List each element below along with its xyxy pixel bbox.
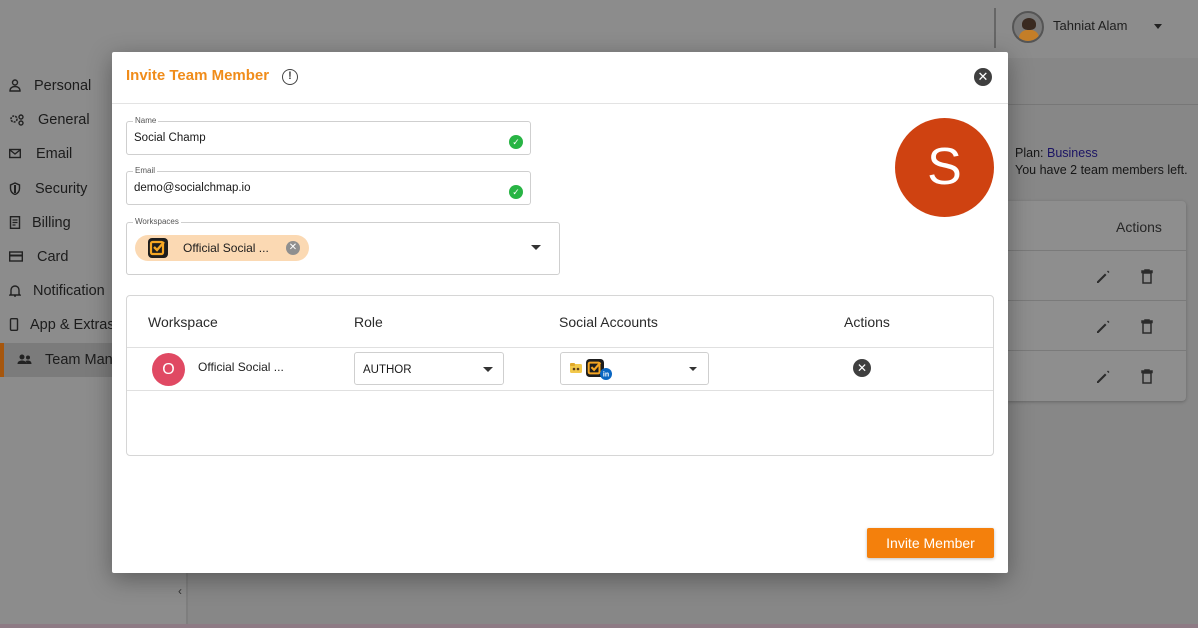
table-divider: [1008, 350, 1186, 351]
email-field-label: Email: [133, 166, 158, 175]
check-circle-icon: ✓: [509, 135, 523, 149]
edit-icon[interactable]: [1095, 269, 1111, 285]
invite-member-button[interactable]: Invite Member: [867, 528, 994, 558]
sidebar-item-label: General: [38, 112, 90, 128]
sidebar-item-label: Team Mana: [45, 352, 121, 368]
table-divider: [1008, 250, 1186, 251]
delete-icon[interactable]: [1139, 269, 1155, 285]
email-field-value[interactable]: demo@socialchmap.io: [134, 182, 251, 194]
check-circle-icon: ✓: [509, 185, 523, 199]
name-field[interactable]: Name Social Champ ✓: [126, 116, 531, 155]
email-field[interactable]: Email demo@socialchmap.io ✓: [126, 166, 531, 205]
workspace-chip-label: Official Social ...: [183, 241, 269, 255]
sidebar-item-label: App & Extras: [30, 317, 115, 333]
credit-card-icon: [9, 251, 23, 262]
user-avatar-icon[interactable]: [1012, 11, 1044, 43]
people-icon: [17, 354, 32, 364]
table-divider: [127, 347, 993, 348]
delete-icon[interactable]: [1139, 369, 1155, 385]
column-header-social-accounts: Social Accounts: [559, 314, 658, 330]
svg-text:in: in: [603, 372, 609, 379]
plan-label: Plan:: [1015, 146, 1044, 160]
remove-chip-icon[interactable]: ✕: [286, 241, 300, 255]
delete-icon[interactable]: [1139, 319, 1155, 335]
social-champ-logo-icon: [148, 238, 168, 258]
header-divider: [994, 8, 996, 48]
plan-value: Business: [1046, 146, 1098, 160]
caret-down-icon[interactable]: [1154, 24, 1162, 29]
workspace-role-table: Workspace Role Social Accounts Actions O…: [126, 295, 994, 456]
linkedin-icon: in: [600, 368, 612, 380]
sidebar-item-label: Notification: [33, 283, 105, 299]
name-field-label: Name: [133, 116, 159, 125]
team-table-actions-header: Actions: [1116, 219, 1162, 235]
settings-icon: [10, 114, 24, 126]
dropdown-arrow-icon[interactable]: [483, 367, 493, 372]
bell-icon: [9, 285, 21, 297]
bottom-strip: [0, 624, 1198, 628]
workspace-avatar: O: [152, 353, 185, 386]
dialog-header-divider: [112, 103, 1008, 104]
user-name[interactable]: Tahniat Alam: [1053, 18, 1127, 33]
workspace-chip[interactable]: Official Social ... ✕: [135, 235, 309, 261]
members-left-text: You have 2 team members left.: [1015, 163, 1188, 177]
edit-icon[interactable]: [1095, 319, 1111, 335]
column-header-actions: Actions: [844, 314, 890, 330]
person-icon: [9, 79, 21, 92]
column-header-workspace: Workspace: [148, 314, 218, 330]
sidebar-item-label: Card: [37, 249, 69, 265]
team-table: Actions: [1008, 201, 1186, 401]
sidebar-divider: [186, 573, 188, 628]
name-field-value[interactable]: Social Champ: [134, 132, 206, 144]
role-select[interactable]: AUTHOR: [354, 352, 504, 385]
mail-icon: [9, 148, 21, 159]
table-divider: [127, 390, 993, 391]
workspaces-select[interactable]: Workspaces Official Social ... ✕: [126, 217, 560, 275]
dialog-title: Invite Team Member: [126, 67, 270, 84]
member-avatar: S: [895, 118, 994, 217]
invite-team-member-dialog: Invite Team Member ! ✕ Name Social Champ…: [112, 52, 1008, 573]
chevron-left-icon[interactable]: ‹: [178, 584, 182, 598]
workspace-name: Official Social ...: [198, 360, 284, 374]
phone-icon: [9, 318, 19, 331]
shield-icon: [9, 182, 21, 195]
tab-divider: [1008, 104, 1198, 105]
document-icon: [9, 216, 21, 229]
dropdown-arrow-icon[interactable]: [531, 245, 541, 250]
sidebar-item-label: Email: [36, 146, 73, 162]
dropdown-arrow-icon[interactable]: [689, 367, 697, 371]
remove-row-icon[interactable]: ✕: [853, 359, 871, 377]
sidebar-item-label: Personal: [34, 78, 92, 94]
top-bar: Tahniat Alam: [0, 0, 1198, 58]
plan-info: Plan: Business You have 2 team members l…: [1015, 145, 1188, 179]
folder-emoji-icon: [570, 363, 582, 373]
edit-icon[interactable]: [1095, 369, 1111, 385]
column-header-role: Role: [354, 314, 383, 330]
role-value: AUTHOR: [363, 364, 412, 376]
sidebar-item-label: Billing: [32, 215, 71, 231]
workspaces-field-label: Workspaces: [133, 217, 181, 226]
social-accounts-select[interactable]: in: [560, 352, 709, 385]
table-divider: [1008, 300, 1186, 301]
close-icon[interactable]: ✕: [974, 68, 992, 86]
sidebar-item-label: Security: [35, 181, 88, 197]
info-icon[interactable]: !: [282, 69, 298, 85]
